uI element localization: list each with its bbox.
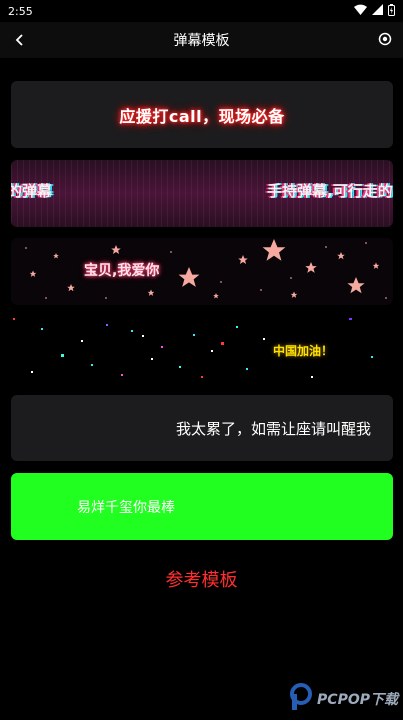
template-plain-text: 我太累了，如需让座请叫醒我 — [175, 419, 371, 438]
app-bar: 弹幕模板 — [0, 22, 403, 58]
template-neon-red[interactable]: 应援打call，现场必备 — [11, 81, 393, 148]
template-glitch[interactable]: 的弹幕 手持弹幕,可行走的 — [11, 160, 393, 227]
settings-button[interactable] — [375, 30, 395, 50]
template-glitch-text-left: 的弹幕 — [11, 182, 53, 200]
battery-icon — [388, 3, 395, 19]
page-title: 弹幕模板 — [173, 33, 230, 49]
reference-templates-link[interactable]: 参考模板 — [0, 566, 403, 592]
target-icon — [378, 31, 392, 50]
back-button[interactable] — [10, 30, 30, 50]
template-glitch-text-right: 手持弹幕,可行走的 — [267, 182, 393, 200]
pcpop-logo-icon — [289, 683, 313, 715]
status-bar: 2:55 — [0, 0, 403, 22]
watermark-text: PCPOP下载 — [317, 692, 398, 708]
template-particles[interactable]: 中国加油！ — [11, 316, 393, 384]
chevron-left-icon — [15, 31, 25, 50]
stars-background — [25, 239, 387, 299]
template-plain[interactable]: 我太累了，如需让座请叫醒我 — [11, 395, 393, 461]
status-icons — [354, 3, 395, 19]
template-stars[interactable]: 宝贝,我爱你 — [11, 238, 393, 305]
template-green[interactable]: 易烊千玺你最棒 — [11, 473, 393, 540]
template-green-text: 易烊千玺你最棒 — [77, 499, 175, 516]
wifi-icon — [354, 4, 367, 18]
template-neon-red-text: 应援打call，现场必备 — [119, 106, 285, 126]
template-particles-text: 中国加油！ — [273, 344, 334, 358]
template-stars-text: 宝贝,我爱你 — [84, 263, 160, 279]
watermark: PCPOP下载 — [289, 683, 398, 715]
status-time: 2:55 — [8, 4, 33, 18]
signal-icon — [372, 4, 383, 18]
particles-background — [13, 318, 373, 378]
